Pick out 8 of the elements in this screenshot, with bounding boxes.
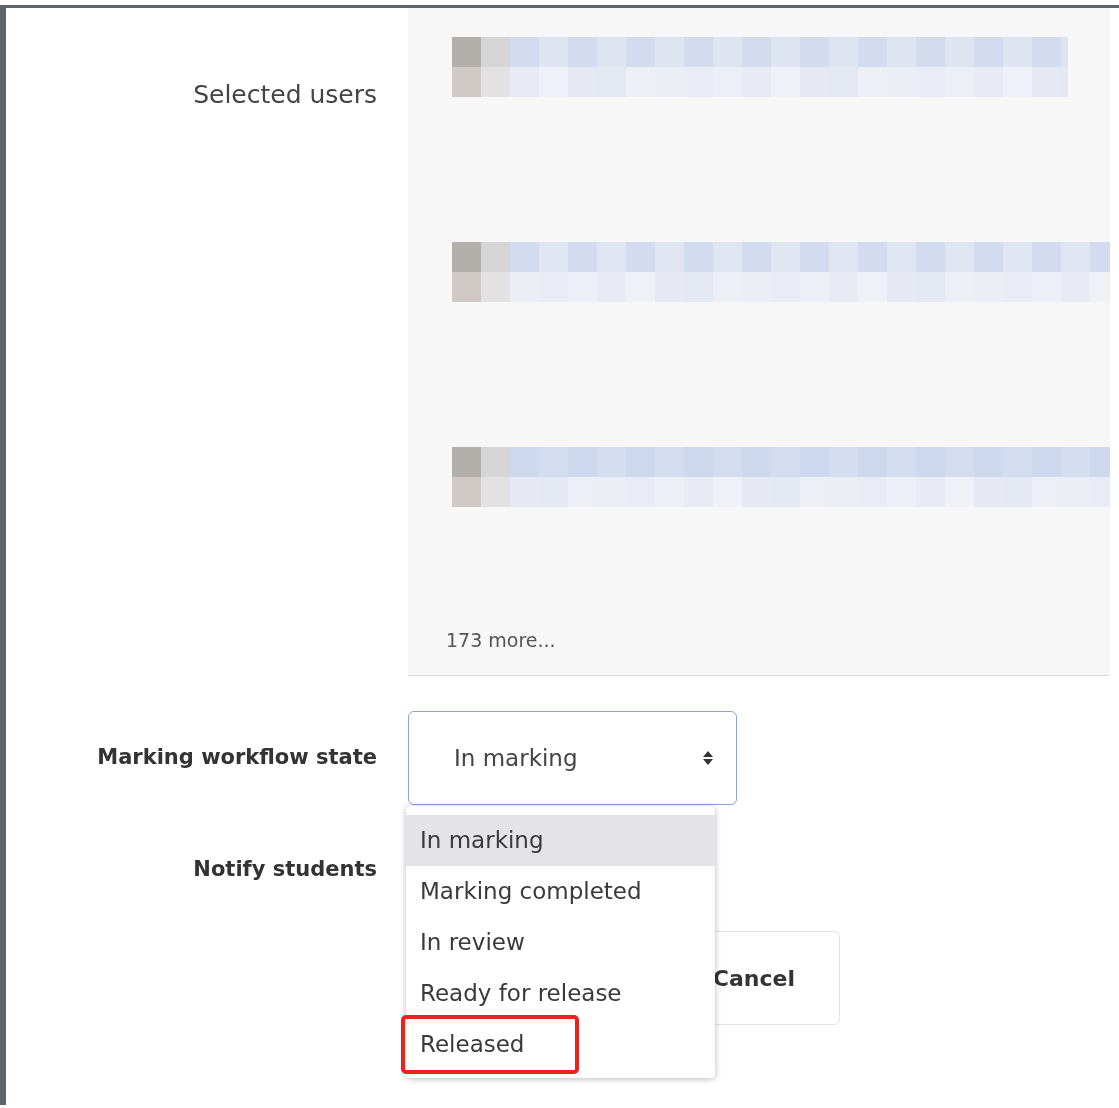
dropdown-option[interactable]: In marking <box>406 815 715 866</box>
field-label: Marking workflow state <box>96 744 377 769</box>
sort-arrows-icon <box>702 750 714 766</box>
more-users-text: 173 more... <box>446 629 557 651</box>
dropdown-option[interactable]: Marking completed <box>406 866 715 917</box>
field-label: Notify students <box>192 857 377 881</box>
field-label: Selected users <box>192 79 377 109</box>
state-dropdown[interactable]: In marking <box>408 711 737 805</box>
